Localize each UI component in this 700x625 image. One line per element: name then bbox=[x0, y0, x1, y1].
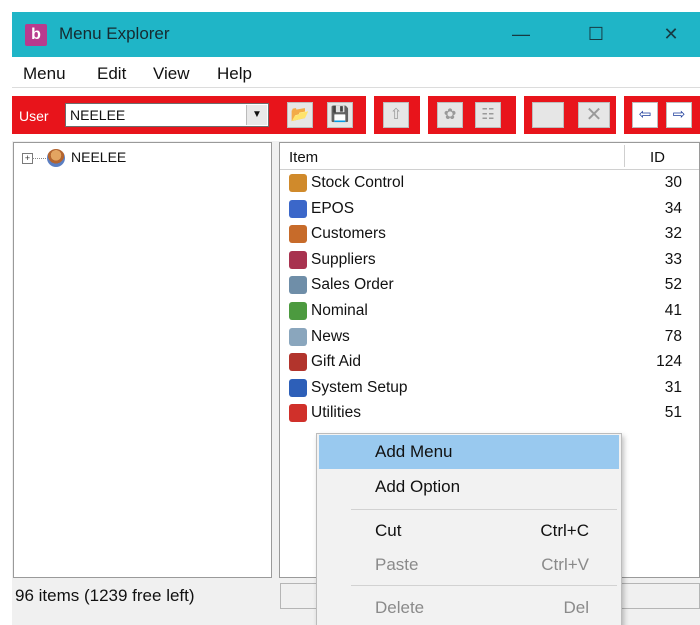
list-item-label: News bbox=[311, 327, 350, 345]
context-menu-item[interactable]: Paste Ctrl+V bbox=[319, 548, 619, 582]
export-icon[interactable]: ⇨ bbox=[666, 102, 692, 128]
list-item-id: 33 bbox=[664, 250, 682, 268]
cart-icon bbox=[289, 276, 307, 295]
list-header: Item ID bbox=[280, 143, 699, 170]
list-item[interactable]: Customers 32 bbox=[280, 222, 699, 247]
cut-icon[interactable]: ✿ bbox=[437, 102, 463, 128]
list-item-id: 51 bbox=[664, 404, 682, 422]
list-item-id: 32 bbox=[664, 225, 682, 243]
list-item-id: 124 bbox=[656, 353, 682, 371]
list-item-label: Stock Control bbox=[311, 174, 405, 191]
tree-connector bbox=[32, 158, 46, 159]
context-menu-shortcut: Del bbox=[563, 598, 589, 617]
column-header-item[interactable]: Item bbox=[289, 149, 318, 166]
context-menu-item[interactable]: Add Menu bbox=[319, 435, 619, 469]
list-item[interactable]: Gift Aid 124 bbox=[280, 350, 699, 375]
save-icon[interactable]: 💾 bbox=[327, 102, 353, 128]
tree-node-neelee[interactable]: NEELEE bbox=[71, 149, 126, 165]
context-menu-item-label: Cut bbox=[375, 521, 402, 540]
list-item[interactable]: Sales Order 52 bbox=[280, 273, 699, 298]
list-item[interactable]: System Setup 31 bbox=[280, 376, 699, 401]
list-item[interactable]: Nominal 41 bbox=[280, 299, 699, 324]
user-label: User bbox=[19, 108, 49, 124]
list-item-label: Customers bbox=[311, 225, 386, 243]
context-menu-separator bbox=[351, 585, 617, 586]
maximize-button[interactable]: ☐ bbox=[571, 12, 621, 57]
title-bar[interactable]: b Menu Explorer — ☐ ✕ bbox=[12, 12, 700, 57]
context-menu: Add Menu Add Option Cut Ctrl+C Paste Ctrl+V De… bbox=[316, 433, 622, 625]
list-item-label: Nominal bbox=[311, 302, 368, 319]
user-select-value: NEELEE bbox=[70, 107, 126, 123]
list-item-id: 31 bbox=[664, 378, 682, 396]
menu-bar: Menu Edit View Help bbox=[12, 57, 700, 88]
list-item-id: 41 bbox=[664, 302, 682, 319]
toolbox-icon bbox=[289, 404, 307, 423]
list-item-label: System Setup bbox=[311, 378, 408, 396]
status-text: 96 items (1239 free left) bbox=[15, 586, 195, 605]
blank-button[interactable] bbox=[532, 102, 564, 128]
list-item-id: 30 bbox=[664, 174, 682, 191]
context-menu-separator bbox=[351, 509, 617, 510]
menu-edit[interactable]: Edit bbox=[97, 64, 126, 84]
list-item-label: Sales Order bbox=[311, 276, 394, 294]
list-item-id: 78 bbox=[664, 327, 682, 345]
open-folder-icon[interactable]: 📂 bbox=[287, 102, 313, 128]
gift-icon bbox=[289, 353, 307, 372]
app-icon: b bbox=[25, 24, 47, 46]
context-menu-item-label: Delete bbox=[375, 598, 425, 617]
user-group-icon bbox=[47, 149, 65, 167]
list-item-id: 52 bbox=[664, 276, 682, 294]
context-menu-item-label: Add Option bbox=[375, 477, 461, 496]
list-item-label: Gift Aid bbox=[311, 353, 361, 371]
list-item[interactable]: EPOS 34 bbox=[280, 197, 699, 222]
box-icon bbox=[289, 174, 307, 192]
terminal-icon bbox=[289, 199, 307, 218]
context-menu-item-label: Add Menu bbox=[375, 442, 453, 461]
context-menu-item-label: Paste bbox=[375, 555, 419, 574]
import-icon[interactable]: ⇦ bbox=[632, 102, 658, 128]
context-menu-item[interactable]: Add Option bbox=[319, 470, 619, 504]
list-item-label: Suppliers bbox=[311, 250, 376, 268]
minimize-button[interactable]: — bbox=[496, 12, 546, 57]
list-item[interactable]: Suppliers 33 bbox=[280, 248, 699, 273]
list-item[interactable]: Stock Control 30 bbox=[280, 171, 699, 196]
column-divider[interactable] bbox=[624, 145, 625, 167]
up-level-icon[interactable]: ⇧ bbox=[383, 102, 409, 128]
list-item-label: EPOS bbox=[311, 199, 355, 217]
context-menu-shortcut: Ctrl+V bbox=[541, 555, 589, 574]
context-menu-item[interactable]: Cut Ctrl+C bbox=[319, 514, 619, 548]
menu-menu[interactable]: Menu bbox=[23, 64, 66, 84]
chevron-down-icon[interactable]: ▼ bbox=[246, 105, 267, 125]
people-icon bbox=[289, 225, 307, 244]
newspaper-icon bbox=[289, 327, 307, 346]
window-title: Menu Explorer bbox=[59, 24, 170, 43]
context-menu-shortcut: Ctrl+C bbox=[540, 521, 589, 540]
menu-tree[interactable]: + NEELEE bbox=[13, 142, 272, 578]
list-item[interactable]: Utilities 51 bbox=[280, 401, 699, 426]
list-item-id: 34 bbox=[664, 199, 682, 217]
column-header-id[interactable]: ID bbox=[650, 149, 665, 166]
list-item-label: Utilities bbox=[311, 404, 361, 422]
menu-explorer-window: b Menu Explorer — ☐ ✕ Menu Edit View Hel… bbox=[12, 12, 700, 625]
close-button[interactable]: ✕ bbox=[646, 12, 696, 57]
user-select[interactable]: NEELEE ▼ bbox=[65, 103, 269, 127]
paste-icon[interactable]: ☷ bbox=[475, 102, 501, 128]
delete-icon[interactable]: ✕ bbox=[578, 102, 610, 128]
truck-icon bbox=[289, 250, 307, 269]
list-item[interactable]: News 78 bbox=[280, 325, 699, 350]
monitor-icon bbox=[289, 378, 307, 397]
context-menu-item[interactable]: Delete Del bbox=[319, 591, 619, 625]
menu-view[interactable]: View bbox=[153, 64, 190, 84]
menu-help[interactable]: Help bbox=[217, 64, 252, 84]
ledger-icon bbox=[289, 302, 307, 320]
